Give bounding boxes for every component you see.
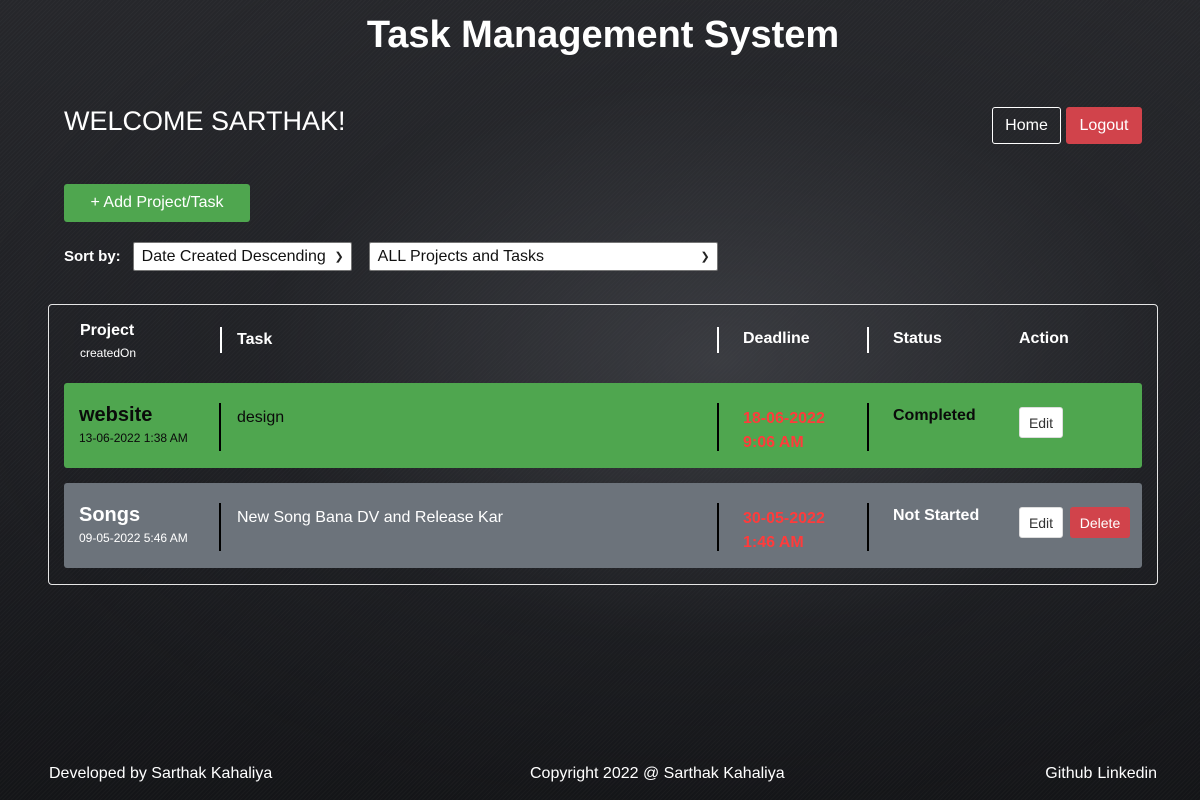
status-label: Not Started (893, 507, 980, 524)
column-divider (867, 327, 869, 353)
filter-select[interactable]: ALL Projects and Tasks ❯ (368, 242, 718, 271)
column-divider (867, 403, 869, 451)
task-table: Project createdOn Task Deadline Status A… (48, 304, 1158, 585)
deadline-cell: 18-06-2022 9:06 AM (743, 407, 825, 455)
sort-controls: Sort by: Date Created Descending ❯ ALL P… (64, 242, 718, 271)
header-action: Action (1019, 330, 1069, 347)
task-name: New Song Bana DV and Release Kar (237, 509, 503, 526)
header-created-on: createdOn (80, 346, 137, 360)
top-nav: Home Logout (992, 107, 1142, 144)
column-divider (219, 403, 221, 451)
footer-links: Github Linkedin (1045, 765, 1157, 783)
project-created: 13-06-2022 1:38 AM (79, 431, 188, 445)
linkedin-link[interactable]: Linkedin (1097, 765, 1157, 783)
column-divider (219, 503, 221, 551)
status-label: Completed (893, 407, 976, 424)
filter-select-value: ALL Projects and Tasks (377, 247, 544, 265)
column-divider (867, 503, 869, 551)
welcome-heading: WELCOME SARTHAK! (64, 106, 346, 136)
edit-button[interactable]: Edit (1019, 507, 1063, 538)
footer-developer: Developed by Sarthak Kahaliya (49, 765, 273, 782)
sort-label: Sort by: (64, 248, 121, 265)
header-project-label: Project (80, 322, 135, 339)
column-divider (717, 403, 719, 451)
header-deadline: Deadline (743, 330, 810, 347)
logout-button[interactable]: Logout (1066, 107, 1142, 144)
table-header: Project createdOn Task Deadline Status A… (49, 305, 1157, 375)
project-cell: Songs 09-05-2022 5:46 AM (79, 504, 188, 545)
project-cell: website 13-06-2022 1:38 AM (79, 404, 188, 445)
github-link[interactable]: Github (1045, 765, 1092, 783)
footer: Developed by Sarthak Kahaliya Copyright … (0, 765, 1200, 785)
table-row: website 13-06-2022 1:38 AM design 18-06-… (64, 383, 1142, 468)
home-button[interactable]: Home (992, 107, 1061, 144)
header-task: Task (237, 331, 273, 348)
project-name: Songs (79, 504, 141, 526)
header-status: Status (893, 330, 942, 347)
deadline-date: 30-05-2022 (743, 510, 825, 527)
deadline-cell: 30-05-2022 1:46 AM (743, 507, 825, 555)
deadline-time: 1:46 AM (743, 534, 804, 551)
edit-button[interactable]: Edit (1019, 407, 1063, 438)
chevron-down-icon: ❯ (700, 251, 710, 263)
project-created: 09-05-2022 5:46 AM (79, 531, 188, 545)
task-name: design (237, 409, 285, 426)
app-title: Task Management System (366, 14, 840, 56)
deadline-time: 9:06 AM (743, 434, 804, 451)
project-name: website (79, 404, 153, 426)
delete-button[interactable]: Delete (1070, 507, 1130, 538)
sort-select-value: Date Created Descending (141, 247, 326, 265)
header-project: Project createdOn (80, 322, 136, 360)
column-divider (220, 327, 222, 353)
chevron-down-icon: ❯ (334, 251, 344, 263)
table-row: Songs 09-05-2022 5:46 AM New Song Bana D… (64, 483, 1142, 568)
add-project-task-button[interactable]: + Add Project/Task (64, 184, 250, 222)
sort-select[interactable]: Date Created Descending ❯ (132, 242, 352, 271)
deadline-date: 18-06-2022 (743, 410, 825, 427)
footer-copyright: Copyright 2022 @ Sarthak Kahaliya (530, 765, 785, 782)
column-divider (717, 503, 719, 551)
column-divider (717, 327, 719, 353)
